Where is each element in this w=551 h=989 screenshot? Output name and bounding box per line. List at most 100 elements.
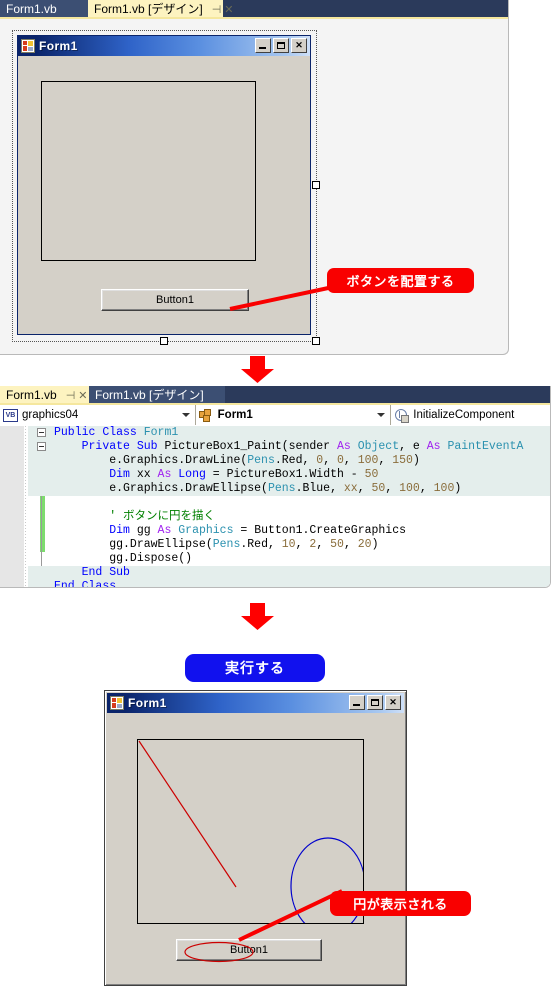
method-dropdown[interactable]: InitializeComponent — [391, 405, 550, 425]
chevron-down-icon[interactable] — [181, 413, 190, 417]
vb-project-icon: VB — [3, 408, 18, 422]
code-token: As — [157, 524, 179, 537]
design-form-title: Form1 — [39, 39, 78, 53]
code-token: Class — [81, 580, 117, 587]
button-ellipse-graphic — [184, 941, 254, 963]
chevron-down-icon[interactable] — [377, 413, 386, 417]
fold-minus-icon[interactable] — [37, 442, 46, 451]
code-token: = Button1.CreateGraphics — [233, 524, 407, 537]
result-form-titlebar: Form1 ✕ — [107, 693, 404, 713]
callout-text: 円が表示される — [353, 897, 448, 912]
run-button-label: 実行する — [225, 660, 285, 676]
code-token: End — [81, 566, 110, 579]
code-token: PictureBox1_Paint(sender — [164, 440, 337, 453]
code-token: , — [419, 482, 434, 495]
close-button[interactable]: ✕ — [291, 38, 307, 53]
pin-icon[interactable]: ⊣ — [66, 390, 76, 402]
code-editor-panel: Form1.vb ⊣ ✕ Form1.vb [デザイン] VB graphics04… — [0, 386, 551, 588]
code-token: 50 — [371, 482, 386, 495]
code-token: ) — [371, 538, 379, 551]
code-line: Private Sub PictureBox1_Paint(sender As … — [28, 440, 550, 454]
down-arrow-icon-2 — [241, 603, 274, 630]
code-text-area[interactable]: Public Class Form1 Private Sub PictureBo… — [0, 426, 550, 587]
resize-grip-bottom[interactable] — [160, 337, 168, 345]
designer-tab-strip: Form1.vb Form1.vb [デザイン] ⊣ ✕ — [0, 0, 508, 19]
code-token: ' ボタンに円を描く — [109, 510, 216, 523]
button1[interactable]: Button1 — [101, 289, 249, 311]
code-token: 10 — [281, 538, 296, 551]
code-token: e.Graphics.DrawEllipse( — [109, 482, 268, 495]
result-form-title: Form1 — [128, 696, 167, 710]
project-dropdown[interactable]: VB graphics04 — [0, 405, 196, 425]
code-token: , e — [399, 440, 427, 453]
fold-minus-icon[interactable] — [37, 428, 46, 437]
code-token: , — [343, 454, 358, 467]
result-form-window-buttons: ✕ — [349, 695, 401, 710]
callout-text: ボタンを配置する — [346, 274, 455, 289]
code-token: As — [157, 468, 179, 481]
close-icon[interactable]: ✕ — [78, 390, 87, 402]
design-form-window[interactable]: Form1 ✕ Button1 — [17, 35, 311, 335]
method-private-icon — [394, 408, 410, 423]
code-token: , — [343, 538, 358, 551]
tab-label: Form1.vb — [6, 388, 57, 402]
maximize-button[interactable] — [273, 38, 289, 53]
code-lines: Public Class Form1 Private Sub PictureBo… — [28, 426, 550, 587]
editor-tab-strip: Form1.vb ⊣ ✕ Form1.vb [デザイン] — [0, 386, 550, 405]
code-token: As — [426, 440, 448, 453]
tab-underline — [0, 17, 508, 19]
code-token: .Red, — [240, 538, 282, 551]
class-icon — [198, 408, 214, 422]
code-token: Long — [178, 468, 206, 481]
resize-grip-corner[interactable] — [312, 337, 320, 345]
code-token: Pens — [267, 482, 296, 495]
code-token: xx — [343, 482, 358, 495]
code-token: 50 — [330, 538, 344, 551]
code-line: Public Class Form1 — [28, 426, 550, 440]
vb-form-icon — [21, 39, 35, 53]
code-token: xx — [136, 468, 158, 481]
code-token: Dim — [109, 524, 137, 537]
design-form-window-buttons: ✕ — [255, 38, 307, 53]
picturebox1[interactable] — [41, 81, 256, 261]
close-icon[interactable]: ✕ — [224, 4, 233, 16]
code-token: ) — [412, 454, 420, 467]
tutorial-page: Form1.vb Form1.vb [デザイン] ⊣ ✕ Form1 ✕ But… — [0, 0, 551, 989]
code-line: Dim xx As Long = PictureBox1.Width - 50 — [28, 468, 550, 482]
code-line: e.Graphics.DrawEllipse(Pens.Blue, xx, 50… — [28, 482, 550, 496]
resize-grip-right[interactable] — [312, 181, 320, 189]
code-token: , — [378, 454, 393, 467]
class-dropdown[interactable]: Form1 — [195, 405, 392, 425]
code-token: Sub — [109, 566, 130, 579]
code-token: Public — [54, 426, 103, 439]
code-token: gg — [136, 524, 158, 537]
maximize-button[interactable] — [367, 695, 383, 710]
code-line: ' ボタンに円を描く — [28, 510, 550, 524]
result-form-window[interactable]: Form1 ✕ Button1 — [104, 690, 407, 986]
code-token: 100 — [357, 454, 379, 467]
minimize-button[interactable] — [255, 38, 271, 53]
code-token: .Red, — [274, 454, 317, 467]
result-button1[interactable]: Button1 — [176, 939, 322, 963]
editor-selection-margin — [0, 426, 24, 587]
code-line — [28, 496, 550, 510]
code-line: End Sub — [28, 566, 550, 580]
code-line: e.Graphics.DrawLine(Pens.Red, 0, 0, 100,… — [28, 454, 550, 468]
close-button[interactable]: ✕ — [385, 695, 401, 710]
code-token: , — [385, 482, 400, 495]
design-surface[interactable]: Form1 ✕ Button1 — [12, 30, 320, 345]
minimize-button[interactable] — [349, 695, 365, 710]
method-dropdown-value: InitializeComponent — [413, 409, 515, 421]
run-button[interactable]: 実行する — [185, 654, 325, 682]
code-token: 20 — [357, 538, 372, 551]
code-token: 50 — [364, 468, 379, 481]
callout-place-button: ボタンを配置する — [327, 268, 474, 293]
pin-icon[interactable]: ⊣ — [212, 4, 222, 16]
code-token: .Blue, — [295, 482, 344, 495]
code-line: gg.DrawEllipse(Pens.Red, 10, 2, 50, 20) — [28, 538, 550, 552]
tab-label: Form1.vb — [6, 2, 57, 16]
